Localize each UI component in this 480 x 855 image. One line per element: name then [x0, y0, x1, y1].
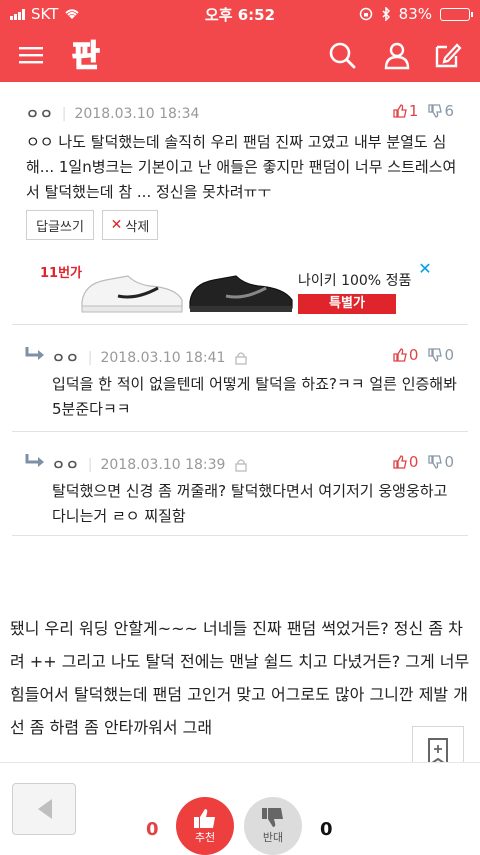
bookmark-button[interactable] — [412, 726, 464, 762]
thumbs-up-icon — [393, 348, 407, 362]
comment-date: 2018.03.10 18:34 — [74, 106, 200, 122]
lock-icon — [235, 352, 248, 365]
thumbs-up-icon — [393, 104, 407, 118]
svg-text:판: 판 — [72, 39, 100, 74]
comment-date: 2018.03.10 18:41 — [100, 350, 226, 366]
recommend-button[interactable]: 추천 — [176, 797, 234, 855]
lock-icon — [235, 459, 248, 472]
carrier-label: SKT — [31, 5, 59, 23]
divider — [12, 535, 468, 536]
downvote-count: 6 — [444, 102, 454, 120]
thumbs-down-icon — [428, 348, 443, 362]
divider — [12, 431, 468, 432]
comment-upvote[interactable]: 1 — [393, 102, 419, 120]
signal-icon — [10, 8, 25, 20]
profile-icon[interactable] — [382, 40, 412, 70]
comment-text: 입덕을 한 적이 없을텐데 어떻게 탈덕을 하죠?ㅋㅋ 얼른 인증해봐 5분준다… — [52, 375, 457, 418]
wifi-icon — [65, 9, 80, 19]
divider — [12, 324, 468, 325]
back-button[interactable] — [12, 783, 76, 835]
ad-brand-tag: 11번가 — [40, 266, 83, 281]
thumbs-down-icon — [262, 808, 283, 827]
bottom-bar: 0 추천 반대 0 — [0, 762, 480, 855]
recommend-label: 추천 — [194, 831, 216, 844]
ad-banner[interactable]: 11번가 나이키 100% 정품 특별가 ✕ — [40, 260, 440, 320]
comment-item: ㅇㅇ | 2018.03.10 18:34 1 6 ㅇㅇ 나도 탈덕했는데 솔직… — [0, 82, 480, 252]
reply-button[interactable]: 답글쓰기 — [26, 210, 94, 240]
thumbs-down-icon — [428, 455, 443, 469]
delete-label: 삭제 — [125, 219, 150, 235]
status-time: 오후 6:52 — [204, 5, 276, 24]
comment-list[interactable]: ㅇㅇ | 2018.03.10 18:34 1 6 ㅇㅇ 나도 탈덕했는데 솔직… — [0, 82, 480, 762]
write-icon[interactable] — [433, 40, 463, 70]
app-header: 판 — [0, 28, 480, 82]
comment-nickname: ㅇㅇ — [52, 351, 80, 367]
post-body-text: 됐니 우리 워딩 안할게~~~ 너네들 진짜 팬덤 썩었거든? 정신 좀 차려 … — [10, 619, 470, 737]
bluetooth-icon — [382, 7, 390, 21]
oppose-button[interactable]: 반대 — [244, 797, 302, 855]
comment-upvote[interactable]: 0 — [393, 453, 419, 471]
rotation-lock-icon — [359, 7, 372, 21]
comment-upvote[interactable]: 0 — [393, 346, 419, 364]
reply-item: ㅇㅇ | 2018.03.10 18:41 0 0 입덕을 한 적이 없을텐데 … — [0, 326, 480, 432]
search-icon[interactable] — [327, 40, 357, 70]
reply-label: 답글쓰기 — [36, 219, 84, 235]
sneaker-black-image — [189, 275, 293, 312]
reply-arrow-icon — [25, 347, 44, 360]
comment-date: 2018.03.10 18:39 — [100, 457, 226, 473]
downvote-count: 0 — [444, 346, 454, 364]
oppose-count: 0 — [320, 819, 333, 840]
comment-downvote[interactable]: 0 — [428, 453, 454, 471]
battery-icon — [440, 7, 473, 21]
close-icon: ✕ — [110, 217, 123, 233]
thumbs-down-icon — [428, 104, 443, 118]
comment-nickname: ㅇㅇ — [52, 458, 80, 474]
reply-arrow-icon — [25, 454, 44, 467]
comment-downvote[interactable]: 6 — [428, 102, 454, 120]
arrow-left-icon — [38, 799, 52, 819]
sneaker-white-image — [81, 275, 183, 313]
reply-item: ㅇㅇ | 2018.03.10 18:39 0 0 탈덕했으면 신경 좀 꺼줄래… — [0, 433, 480, 533]
pann-logo[interactable]: 판 — [70, 34, 114, 74]
ad-close-icon[interactable]: ✕ — [416, 260, 434, 278]
ad-title: 나이키 100% 정품 — [298, 273, 412, 289]
delete-button[interactable]: ✕ 삭제 — [102, 210, 158, 240]
upvote-count: 0 — [408, 346, 419, 364]
status-bar: SKT 오후 6:52 83% — [0, 0, 480, 28]
recommend-count: 0 — [146, 819, 159, 840]
thumbs-up-icon — [393, 455, 407, 469]
comment-text: ㅇㅇ 나도 탈덕했는데 솔직히 우리 팬덤 진짜 고였고 내부 분열도 심해..… — [26, 133, 457, 201]
comment-text: 탈덕했으면 신경 좀 꺼줄래? 탈덕했다면서 여기저기 웅앵웅하고 다니는거 ㄹ… — [52, 482, 448, 525]
downvote-count: 0 — [444, 453, 454, 471]
upvote-count: 1 — [408, 102, 419, 120]
bookmark-add-icon — [428, 738, 448, 762]
upvote-count: 0 — [408, 453, 419, 471]
thumbs-up-icon — [194, 809, 215, 828]
menu-icon[interactable] — [18, 42, 44, 68]
battery-percent: 83% — [398, 5, 432, 23]
comment-downvote[interactable]: 0 — [428, 346, 454, 364]
oppose-label: 반대 — [262, 831, 284, 844]
ad-badge: 특별가 — [298, 294, 396, 314]
comment-nickname: ㅇㅇ — [26, 107, 54, 123]
